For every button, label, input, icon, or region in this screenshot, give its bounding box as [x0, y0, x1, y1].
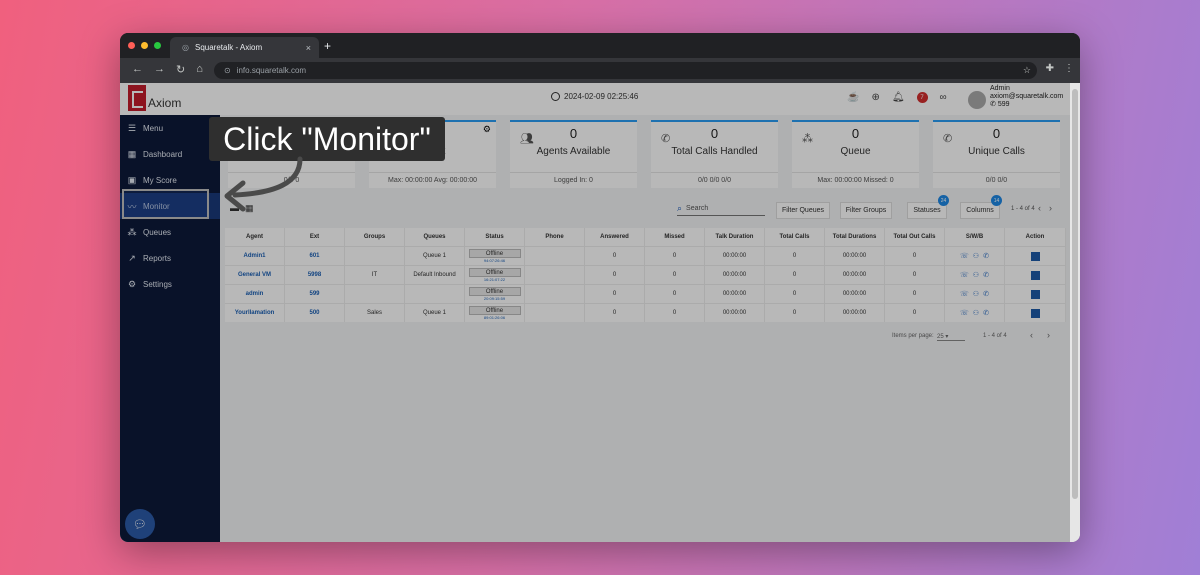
close-dot[interactable]	[128, 42, 135, 49]
tab-bar: ◎ Squaretalk - Axiom × +	[120, 33, 1080, 58]
browser-tab[interactable]: ◎ Squaretalk - Axiom ×	[170, 37, 319, 58]
pointer-arrow-icon	[224, 156, 303, 212]
back-icon[interactable]: ←	[132, 63, 143, 76]
home-icon[interactable]: ⌂	[196, 63, 203, 76]
nav-buttons: ← → ↻ ⌂	[132, 63, 203, 76]
globe-icon: ◎	[182, 43, 189, 52]
bookmark-star-icon[interactable]: ☆	[1023, 65, 1031, 76]
minimize-dot[interactable]	[141, 42, 148, 49]
reload-icon[interactable]: ↻	[176, 63, 185, 76]
address-bar[interactable]: ⊙ info.squaretalk.com ☆	[214, 62, 1037, 79]
browser-toolbar: ← → ↻ ⌂ ⊙ info.squaretalk.com ☆ ✚ ⋮	[120, 58, 1080, 83]
kebab-menu-icon[interactable]: ⋮	[1064, 63, 1074, 74]
close-tab-icon[interactable]: ×	[306, 43, 311, 53]
new-tab-icon[interactable]: +	[324, 39, 331, 53]
forward-icon[interactable]: →	[154, 63, 165, 76]
maximize-dot[interactable]	[154, 42, 161, 49]
toolbar-right: ✚ ⋮	[1046, 63, 1074, 74]
site-info-icon[interactable]: ⊙	[224, 66, 231, 75]
arrow-curve	[232, 156, 303, 198]
url-text: info.squaretalk.com	[236, 66, 307, 75]
page-scrollbar[interactable]	[1070, 83, 1080, 542]
extensions-icon[interactable]: ✚	[1046, 63, 1054, 74]
tab-title: Squaretalk - Axiom	[194, 43, 263, 52]
window-controls	[128, 42, 161, 49]
monitor-highlight	[122, 189, 209, 219]
browser-window: ◎ Squaretalk - Axiom × + ← → ↻ ⌂ ⊙ info.…	[120, 33, 1080, 542]
scrollbar-thumb[interactable]	[1072, 89, 1078, 499]
